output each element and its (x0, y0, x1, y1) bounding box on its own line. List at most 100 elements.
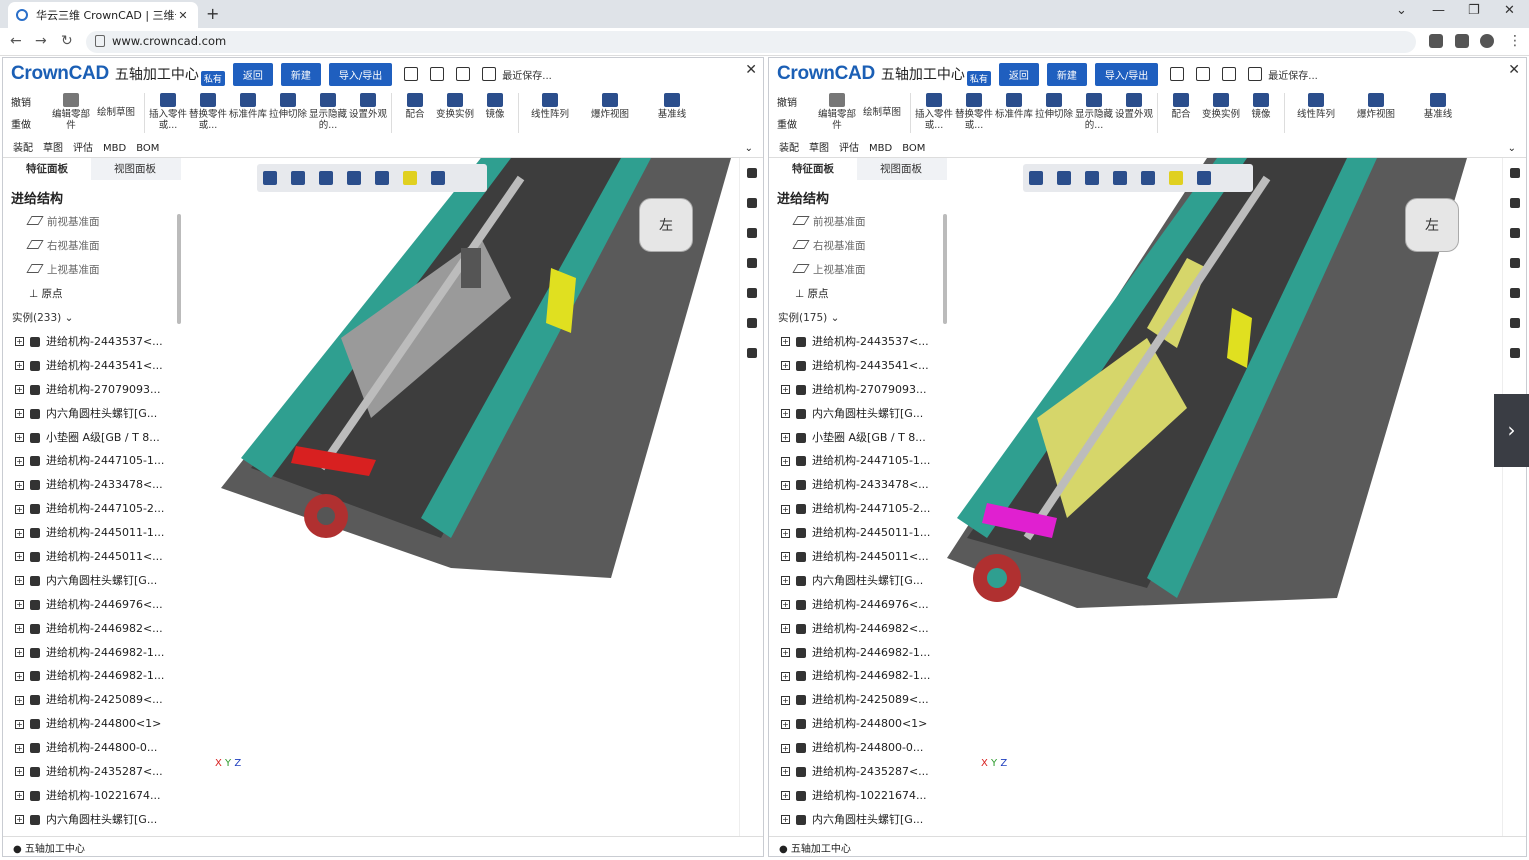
extensions-icon[interactable] (1429, 34, 1443, 48)
back-arrow-icon[interactable]: ← (10, 33, 22, 49)
tree-item[interactable]: + 内六角圆柱头螺钉[G... (769, 569, 947, 593)
show-hide-button[interactable]: 显示隐藏的... (308, 93, 348, 131)
instances-header[interactable]: 实例(233) ⌄ (3, 306, 181, 330)
3d-viewport[interactable]: 左 X Y Z (181, 158, 739, 838)
redo-button[interactable]: 重做 (11, 115, 51, 137)
close-pane-icon[interactable]: ✕ (1508, 62, 1520, 78)
tree-item[interactable]: + 进给机构-2446982<... (769, 617, 947, 641)
std-lib-button[interactable]: 标准件库 (994, 93, 1034, 120)
std-lib-button[interactable]: 标准件库 (228, 93, 268, 120)
tree-item[interactable]: + 进给机构-2447105-1... (3, 449, 181, 473)
view-orient-icon[interactable] (1085, 171, 1099, 185)
tree-item[interactable]: + 内六角圆柱头螺钉[G... (3, 569, 181, 593)
view-cube[interactable]: 左 (1405, 198, 1459, 252)
camera-icon[interactable] (1509, 198, 1520, 208)
new-button[interactable]: 新建 (1046, 62, 1087, 86)
transform-button[interactable]: 变换实例 (1201, 93, 1241, 120)
back-button[interactable]: 返回 (998, 62, 1039, 86)
tree-item[interactable]: + 进给机构-27079093... (769, 378, 947, 402)
wrench-icon[interactable] (746, 288, 757, 298)
restore-icon[interactable]: ❐ (1468, 3, 1480, 18)
tree-item[interactable]: + 进给机构-2433478<... (769, 473, 947, 497)
mate-button[interactable]: 配合 (395, 93, 435, 120)
tree-item[interactable]: + 进给机构-2433478<... (3, 473, 181, 497)
ref-right-plane[interactable]: 右视基准面 (3, 234, 181, 258)
ref-origin[interactable]: ⊥ 原点 (769, 282, 947, 306)
linear-pattern-button[interactable]: 线性阵列 (522, 93, 578, 120)
explode-button[interactable]: 爆炸视图 (578, 93, 642, 120)
expand-panel-button[interactable]: › (1494, 394, 1529, 467)
url-field[interactable]: www.crowncad.com (86, 31, 1416, 53)
folder-icon[interactable] (746, 168, 757, 178)
linear-pattern-button[interactable]: 线性阵列 (1288, 93, 1344, 120)
show-hide-button[interactable]: 显示隐藏的... (1074, 93, 1114, 131)
extrude-cut-button[interactable]: 拉伸切除 (1034, 93, 1074, 120)
parameter-icon[interactable] (1509, 228, 1520, 238)
tab-evaluate[interactable]: 评估 (839, 142, 859, 157)
tree-item[interactable]: + 进给机构-2443541<... (3, 354, 181, 378)
tab-view-panel[interactable]: 视图面板 (857, 158, 945, 180)
branch-icon[interactable] (404, 67, 419, 81)
profile-avatar[interactable] (1480, 34, 1494, 48)
tree-item[interactable]: + 内六角圆柱头螺钉[G... (769, 402, 947, 426)
zoom-icon[interactable] (1029, 171, 1043, 185)
save-icon[interactable] (1248, 67, 1263, 81)
view-orient-icon[interactable] (319, 171, 333, 185)
save-icon[interactable] (482, 67, 497, 81)
view-cube[interactable]: 左 (639, 198, 693, 252)
tree-item[interactable]: + 进给机构-244800<1> (3, 712, 181, 736)
tree-item[interactable]: + 进给机构-2443541<... (769, 354, 947, 378)
replace-part-button[interactable]: 替换零件或... (954, 93, 994, 131)
zoom-icon[interactable] (263, 171, 277, 185)
appearance-button[interactable]: 设置外观 (1114, 93, 1154, 120)
tree-item[interactable]: + 进给机构-2445011-1... (769, 521, 947, 545)
camera-icon[interactable] (746, 198, 757, 208)
magnet-icon[interactable] (1141, 171, 1155, 185)
instances-header[interactable]: 实例(175) ⌄ (769, 306, 947, 330)
reload-icon[interactable]: ↻ (61, 33, 73, 49)
close-tab-icon[interactable]: ✕ (176, 9, 190, 22)
tree-item[interactable]: + 进给机构-2446982-1... (3, 664, 181, 688)
datum-button[interactable]: 基准线 (1408, 93, 1468, 120)
tree-item[interactable]: + 进给机构-27079093... (3, 378, 181, 402)
tab-mbd[interactable]: MBD (103, 142, 126, 157)
tab-assembly[interactable]: 装配 (13, 142, 33, 157)
tree-item[interactable]: + 进给机构-2447105-2... (769, 497, 947, 521)
layers-icon[interactable] (746, 348, 757, 358)
parameter-icon[interactable] (746, 228, 757, 238)
close-pane-icon[interactable]: ✕ (745, 62, 757, 78)
window-close-icon[interactable]: ✕ (1504, 3, 1515, 18)
tree-item[interactable]: + 内六角圆柱头螺钉[G... (3, 402, 181, 426)
sidepanel-icon[interactable] (1455, 34, 1469, 48)
ref-top-plane[interactable]: 上视基准面 (3, 258, 181, 282)
folder-icon[interactable] (1509, 168, 1520, 178)
insert-part-button[interactable]: 插入零件或... (914, 93, 954, 131)
tree-item[interactable]: + 小垫圈 A级[GB / T 8... (3, 426, 181, 450)
tree-item[interactable]: + 进给机构-2446976<... (3, 593, 181, 617)
tab-evaluate[interactable]: 评估 (73, 142, 93, 157)
visibility-icon[interactable] (347, 171, 361, 185)
import-export-button[interactable]: 导入/导出 (1094, 62, 1159, 86)
refresh-icon[interactable] (456, 67, 471, 81)
new-button[interactable]: 新建 (280, 62, 321, 86)
tree-item[interactable]: + 进给机构-2446982-1... (3, 641, 181, 665)
layers-icon[interactable] (1509, 348, 1520, 358)
wrench-icon[interactable] (1509, 288, 1520, 298)
tree-item[interactable]: + 进给机构-10221674... (3, 784, 181, 808)
forward-arrow-icon[interactable]: → (35, 33, 47, 49)
render-icon[interactable] (1509, 318, 1520, 328)
tab-search-icon[interactable]: ⌄ (1396, 3, 1407, 18)
tree-item[interactable]: + 进给机构-2446982-1... (769, 664, 947, 688)
tree-item[interactable]: + 进给机构-2445011<... (3, 545, 181, 569)
assembly-icon[interactable] (746, 258, 757, 268)
ref-origin[interactable]: ⊥ 原点 (3, 282, 181, 306)
tab-bom[interactable]: BOM (136, 142, 159, 157)
mate-button[interactable]: 配合 (1161, 93, 1201, 120)
extrude-cut-button[interactable]: 拉伸切除 (268, 93, 308, 120)
ref-right-plane[interactable]: 右视基准面 (769, 234, 947, 258)
redo-button[interactable]: 重做 (777, 115, 817, 137)
explode-button[interactable]: 爆炸视图 (1344, 93, 1408, 120)
print-icon[interactable] (430, 67, 445, 81)
section-view-icon[interactable] (431, 171, 445, 185)
tree-item[interactable]: + 进给机构-2445011-1... (3, 521, 181, 545)
